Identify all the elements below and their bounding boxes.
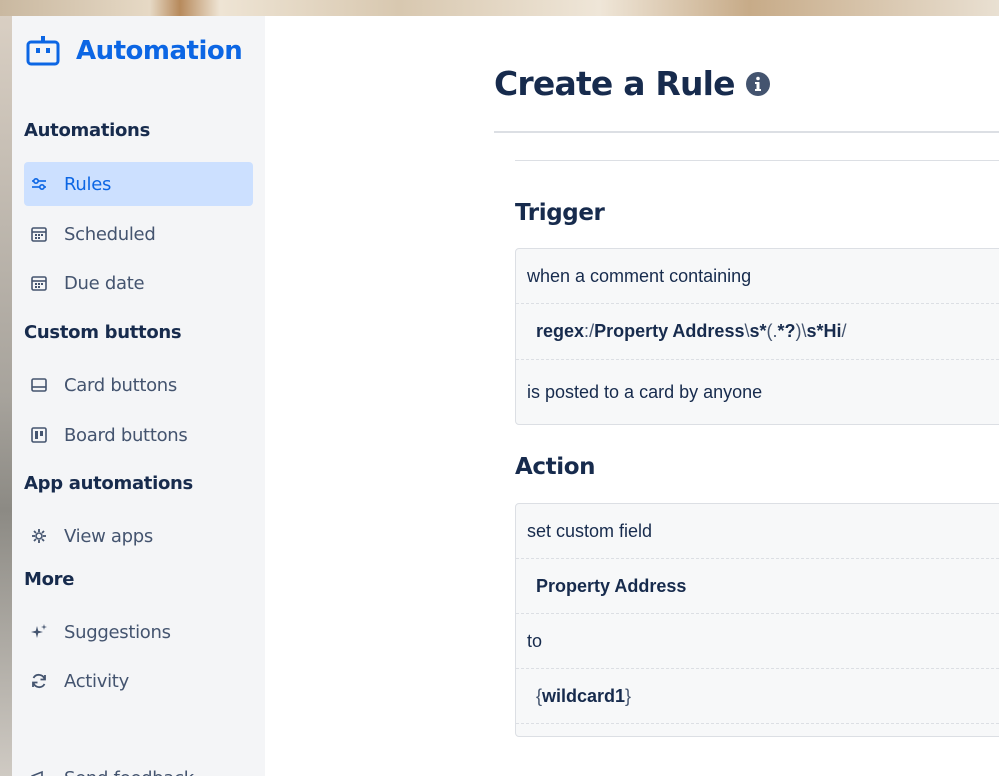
section-more: More: [24, 569, 75, 590]
section-custom-buttons: Custom buttons: [24, 322, 182, 343]
action-spacer: [516, 724, 999, 736]
regex-part-7: s*Hi: [806, 321, 842, 341]
main-content: Create a Rule Trigger when a comment con…: [265, 16, 999, 776]
action-field-name: Property Address: [536, 575, 687, 596]
background-photo: [0, 0, 999, 16]
regex-part-5: *?: [777, 321, 796, 341]
info-icon[interactable]: [745, 71, 771, 97]
trigger-text: when a comment containing: [527, 265, 752, 286]
page-title: Create a Rule: [494, 64, 736, 103]
regex-part-1: Property Address: [594, 321, 745, 341]
trigger-card: when a comment containing regex: / Propert…: [515, 248, 999, 425]
action-card: set custom field Property Address to {wi…: [515, 503, 999, 737]
sidebar-item-send-feedback[interactable]: Send feedback: [24, 756, 253, 776]
regex-keyword: regex: [536, 321, 585, 341]
action-text: set custom field: [527, 520, 653, 541]
sidebar-item-due-date[interactable]: Due date: [24, 261, 253, 305]
automation-window: Automation Automations Rules Scheduled D…: [12, 16, 999, 776]
sidebar-item-card-buttons[interactable]: Card buttons: [24, 363, 253, 407]
megaphone-icon: [30, 769, 48, 776]
trigger-heading: Trigger: [515, 200, 605, 226]
wildcard-value: wildcard1: [542, 685, 626, 706]
sidebar-item-label: View apps: [64, 525, 153, 547]
trigger-line-3[interactable]: is posted to a card by anyone: [516, 360, 999, 424]
brand-title: Automation: [76, 36, 243, 66]
section-automations: Automations: [24, 120, 150, 141]
action-line-1[interactable]: set custom field: [516, 504, 999, 559]
sidebar-item-label: Rules: [64, 173, 112, 195]
card-icon: [30, 376, 48, 394]
sidebar-item-board-buttons[interactable]: Board buttons: [24, 413, 253, 457]
action-heading: Action: [515, 454, 596, 480]
header-divider: [494, 131, 999, 133]
page-header: Create a Rule: [494, 64, 771, 103]
gear-icon: [30, 527, 48, 545]
robot-icon: [26, 36, 60, 66]
sidebar-item-label: Board buttons: [64, 424, 188, 446]
action-value[interactable]: {wildcard1}: [516, 669, 999, 724]
action-field[interactable]: Property Address: [516, 559, 999, 614]
sidebar-item-label: Scheduled: [64, 223, 156, 245]
sidebar-item-label: Activity: [64, 670, 129, 692]
sidebar-item-suggestions[interactable]: Suggestions: [24, 610, 253, 654]
regex-part-4: (.: [766, 321, 778, 341]
sidebar-item-label: Card buttons: [64, 374, 177, 396]
calendar-icon: [30, 225, 48, 243]
sidebar-item-label: Send feedback: [64, 768, 194, 776]
action-text: to: [527, 630, 543, 651]
section-divider: [515, 160, 999, 161]
calendar-icon: [30, 274, 48, 292]
sidebar: Automation Automations Rules Scheduled D…: [12, 16, 265, 776]
sidebar-item-label: Suggestions: [64, 621, 171, 643]
regex-part-3: s*: [749, 321, 767, 341]
regex-slash-close: /: [841, 321, 847, 341]
brand[interactable]: Automation: [26, 36, 243, 66]
sidebar-item-scheduled[interactable]: Scheduled: [24, 212, 253, 256]
trigger-regex[interactable]: regex: / Property Address \ s* (. *?)\ s*Hi /: [516, 304, 999, 360]
board-icon: [30, 426, 48, 444]
sidebar-item-view-apps[interactable]: View apps: [24, 514, 253, 558]
action-line-3[interactable]: to: [516, 614, 999, 669]
background-photo-left: [0, 16, 12, 776]
sliders-icon: [30, 175, 48, 193]
sidebar-item-label: Due date: [64, 272, 145, 294]
sparkles-icon: [30, 623, 48, 641]
brace-close: }: [625, 685, 632, 706]
sidebar-item-activity[interactable]: Activity: [24, 659, 253, 703]
trigger-text: is posted to a card by anyone: [527, 381, 763, 402]
refresh-icon: [30, 672, 48, 690]
sidebar-item-rules[interactable]: Rules: [24, 162, 253, 206]
section-app-automations: App automations: [24, 473, 193, 494]
regex-part-6: )\: [795, 321, 807, 341]
trigger-line-1[interactable]: when a comment containing: [516, 249, 999, 304]
